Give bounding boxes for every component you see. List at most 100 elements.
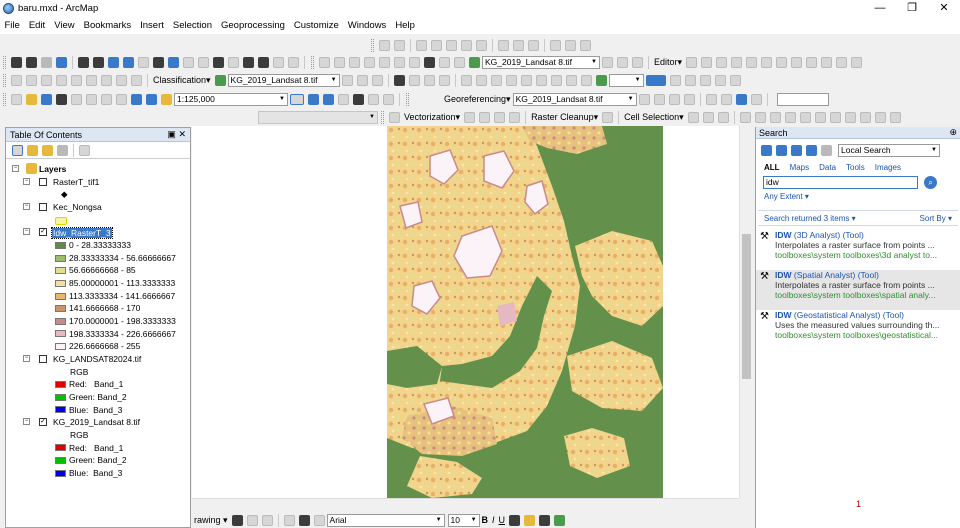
reshape-icon[interactable] <box>431 39 442 51</box>
add-data-icon[interactable] <box>161 93 172 105</box>
georef-tool-icon[interactable] <box>349 56 360 68</box>
vectorization-tool-icon[interactable] <box>509 111 521 123</box>
topology-icon[interactable] <box>394 39 405 51</box>
toolbar-grip[interactable] <box>406 92 409 106</box>
georef-tool-icon[interactable] <box>720 93 732 105</box>
restore-button[interactable]: ❐ <box>896 0 928 17</box>
toc-options-icon[interactable] <box>79 144 90 156</box>
toolbar-grip[interactable] <box>3 73 6 87</box>
select-elements-icon[interactable] <box>231 514 243 526</box>
back-arrow-icon[interactable] <box>108 56 119 68</box>
minimize-button[interactable]: — <box>864 0 896 17</box>
copy-icon[interactable] <box>86 93 97 105</box>
draw-tool-icon[interactable] <box>26 74 37 86</box>
rectangle-icon[interactable] <box>283 514 295 526</box>
image-tool-icon[interactable] <box>550 74 562 86</box>
layer-combo-2[interactable]: KG_2019_Landsat 8.tif ▼ <box>227 73 340 87</box>
layer-tool-icon[interactable] <box>632 56 643 68</box>
python-icon[interactable] <box>368 93 379 105</box>
editor-tool-icon[interactable] <box>701 56 713 68</box>
table-of-contents-icon[interactable] <box>308 93 319 105</box>
vectorization-tool-icon[interactable] <box>494 111 506 123</box>
menu-view[interactable]: View <box>50 20 79 31</box>
editor-tool-icon[interactable] <box>716 56 728 68</box>
zoom-out-icon[interactable] <box>26 56 37 68</box>
menu-help[interactable]: Help <box>391 20 420 31</box>
cell-selection-tool-icon[interactable] <box>702 111 714 123</box>
search-icon[interactable]: ⌕ <box>924 175 937 189</box>
layer-name[interactable]: RasterT_tif1 <box>52 177 100 187</box>
search-pin-icon[interactable]: ⊕ <box>949 127 957 138</box>
save-icon[interactable] <box>41 93 52 105</box>
layer-combo-1[interactable]: KG_2019_Landsat 8.tif ▼ <box>482 55 600 69</box>
toc-close-icon[interactable]: ✕ <box>178 129 186 139</box>
forward-arrow-icon[interactable] <box>123 56 134 68</box>
find-route-icon[interactable] <box>228 56 239 68</box>
draw-tool-icon[interactable] <box>71 74 82 86</box>
edit-vertices-icon[interactable] <box>313 514 325 526</box>
cell-selection-tool-icon[interactable] <box>687 111 699 123</box>
image-tool-icon[interactable] <box>475 74 487 86</box>
editor-tool-icon[interactable] <box>851 56 863 68</box>
font-color-icon[interactable] <box>509 514 521 526</box>
tab-tools[interactable]: Tools <box>846 163 865 172</box>
edit-vertices-icon[interactable] <box>416 39 427 51</box>
signature-icon[interactable] <box>423 74 435 86</box>
histogram-icon[interactable] <box>393 74 405 86</box>
sketch-properties-icon[interactable] <box>513 39 524 51</box>
vectorization-menu[interactable]: Vectorization▾ <box>402 112 462 123</box>
result-path[interactable]: toolboxes\system toolboxes\geostatistica… <box>775 330 958 340</box>
draw-tool-icon[interactable] <box>116 74 127 86</box>
paste-icon[interactable] <box>101 93 112 105</box>
list-by-visibility-icon[interactable] <box>42 144 53 156</box>
list-by-drawing-order-icon[interactable] <box>12 144 23 156</box>
vectorization-tool-icon[interactable] <box>464 111 476 123</box>
image-tool-icon[interactable] <box>729 74 741 86</box>
menu-file[interactable]: File <box>0 20 24 31</box>
draw-tool-icon[interactable] <box>41 74 52 86</box>
toc-layer-row[interactable]: − ✓ KG_2019_Landsat 8.tif <box>12 416 190 429</box>
georef-tool-icon[interactable] <box>334 56 345 68</box>
search-result-item-selected[interactable]: ⚒ IDW (Spatial Analyst) (Tool) Interpola… <box>756 270 960 310</box>
image-tool-icon[interactable] <box>460 74 472 86</box>
cut-polygon-icon[interactable] <box>446 39 457 51</box>
editor-menu[interactable]: Editor▾ <box>652 57 684 68</box>
pin-icon[interactable]: ▣ <box>167 129 176 139</box>
vectorization-tool-icon[interactable] <box>479 111 491 123</box>
classification-menu[interactable]: Classification▾ <box>151 75 213 86</box>
back-arrow-icon[interactable] <box>761 144 772 156</box>
layer-name[interactable]: Idw_RasterT_3 <box>51 226 113 239</box>
collapse-icon[interactable]: − <box>23 177 30 185</box>
map-horizontal-scrollbar[interactable] <box>192 498 739 511</box>
layer-name[interactable]: Kec_Nongsa <box>52 202 103 212</box>
result-title[interactable]: IDW (3D Analyst) (Tool) <box>775 230 958 240</box>
classification-tool-icon[interactable] <box>341 74 353 86</box>
find-binoculars-icon[interactable] <box>213 56 224 68</box>
collapse-icon[interactable]: − <box>12 165 19 172</box>
search-result-item[interactable]: ⚒ IDW (3D Analyst) (Tool) Interpolates a… <box>756 230 960 270</box>
layer-visibility-checkbox[interactable]: ✓ <box>39 228 47 237</box>
full-extent-icon[interactable] <box>56 56 67 68</box>
image-tool-icon[interactable] <box>714 74 726 86</box>
modelbuilder-icon[interactable] <box>383 93 394 105</box>
search-window-icon[interactable] <box>338 93 349 105</box>
cell-selection-tool-icon[interactable] <box>754 111 766 123</box>
pan-hand-icon[interactable] <box>41 56 52 68</box>
georef-tool-icon[interactable] <box>705 93 717 105</box>
menu-bookmarks[interactable]: Bookmarks <box>79 20 136 31</box>
image-tool-icon[interactable] <box>669 74 681 86</box>
collapse-icon[interactable]: − <box>23 228 30 236</box>
georef-input[interactable] <box>776 92 829 106</box>
results-page-number[interactable]: 1 <box>756 499 960 509</box>
draw-tool-icon[interactable] <box>86 74 97 86</box>
georef-tool-icon[interactable] <box>439 56 450 68</box>
search-result-item[interactable]: ⚒ IDW (Geostatistical Analyst) (Tool) Us… <box>756 310 960 350</box>
editor-tool-icon[interactable] <box>761 56 773 68</box>
go-to-xy-icon[interactable] <box>243 56 254 68</box>
scroll-thumb[interactable] <box>742 234 751 379</box>
image-tool-icon[interactable] <box>565 74 577 86</box>
result-path[interactable]: toolboxes\system toolboxes\3d analyst to… <box>775 250 958 260</box>
layer-visibility-checkbox[interactable] <box>39 177 47 186</box>
image-tool-icon[interactable] <box>535 74 547 86</box>
create-features-icon[interactable] <box>528 39 539 51</box>
